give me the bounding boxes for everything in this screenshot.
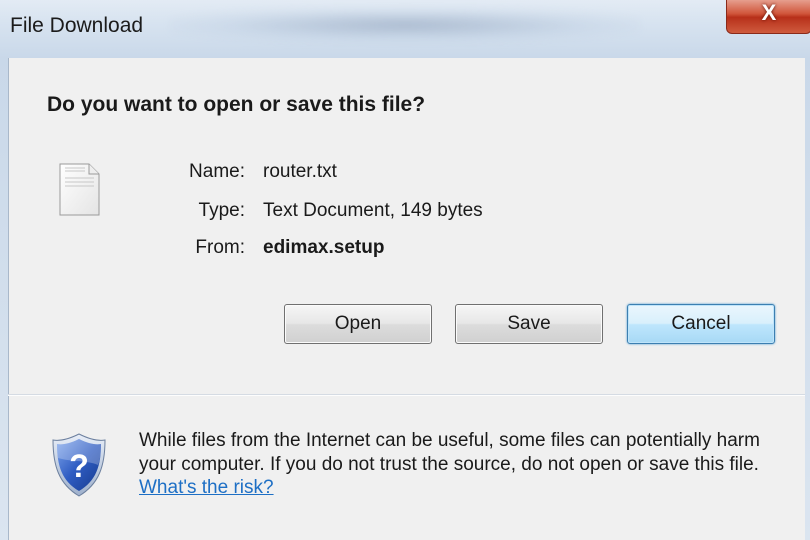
svg-text:?: ? [69, 448, 89, 484]
type-label: Type: [198, 200, 245, 221]
file-name-value: router.txt [263, 161, 337, 182]
dialog-question: Do you want to open or save this file? [47, 93, 426, 116]
open-button[interactable]: Open [284, 304, 432, 344]
cancel-button[interactable]: Cancel [627, 304, 775, 344]
warning-text: While files from the Internet can be use… [139, 430, 760, 475]
section-divider-highlight [8, 395, 805, 396]
window-frame-right [805, 58, 810, 540]
window-title: File Download [10, 14, 144, 37]
close-button[interactable]: X [726, 0, 810, 34]
name-label: Name: [189, 161, 245, 182]
glass-backdrop [170, 8, 640, 42]
from-label: From: [195, 237, 245, 258]
window-frame-left [0, 58, 8, 540]
save-button[interactable]: Save [455, 304, 603, 344]
security-warning: While files from the Internet can be use… [139, 429, 789, 500]
close-icon: X [761, 0, 777, 25]
whats-the-risk-link[interactable]: What's the risk? [139, 477, 274, 498]
title-bar: File Download X [0, 0, 810, 58]
file-type-value: Text Document, 149 bytes [263, 200, 483, 221]
shield-question-icon: ? [52, 433, 106, 497]
text-file-icon [59, 163, 100, 216]
file-source-value: edimax.setup [263, 237, 385, 258]
